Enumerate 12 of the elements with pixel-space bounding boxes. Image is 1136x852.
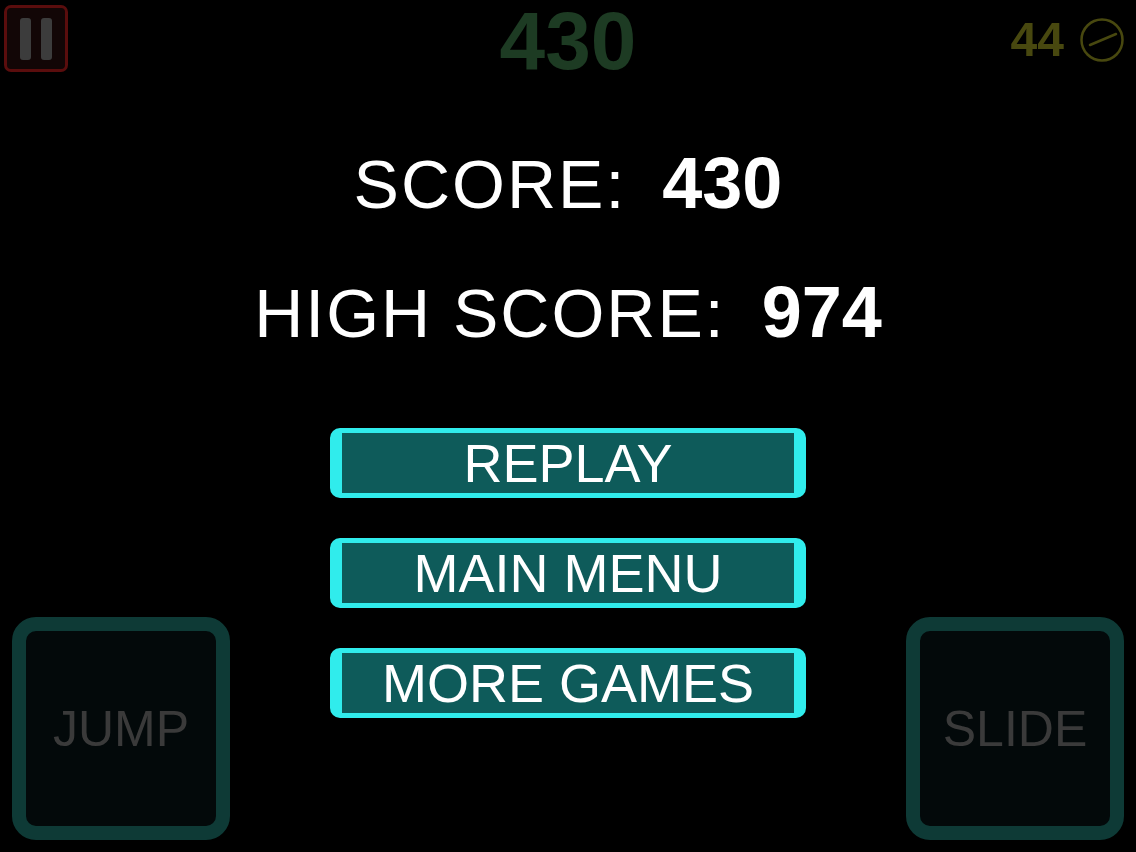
result-label: HIGH SCORE: <box>254 279 726 347</box>
result-value: 974 <box>761 276 882 348</box>
result-value: 430 <box>662 147 783 219</box>
clock-icon <box>1080 18 1124 62</box>
menu-button[interactable]: MAIN MENU <box>330 538 806 608</box>
timer-text: 44 <box>1010 16 1064 64</box>
pause-icon <box>19 17 53 60</box>
score-counter: 430 <box>499 0 637 82</box>
menu-button[interactable]: MORE GAMES <box>330 648 806 718</box>
pause-button[interactable] <box>4 5 68 72</box>
menu-button[interactable]: REPLAY <box>330 428 806 498</box>
result-label: SCORE: <box>353 150 627 218</box>
